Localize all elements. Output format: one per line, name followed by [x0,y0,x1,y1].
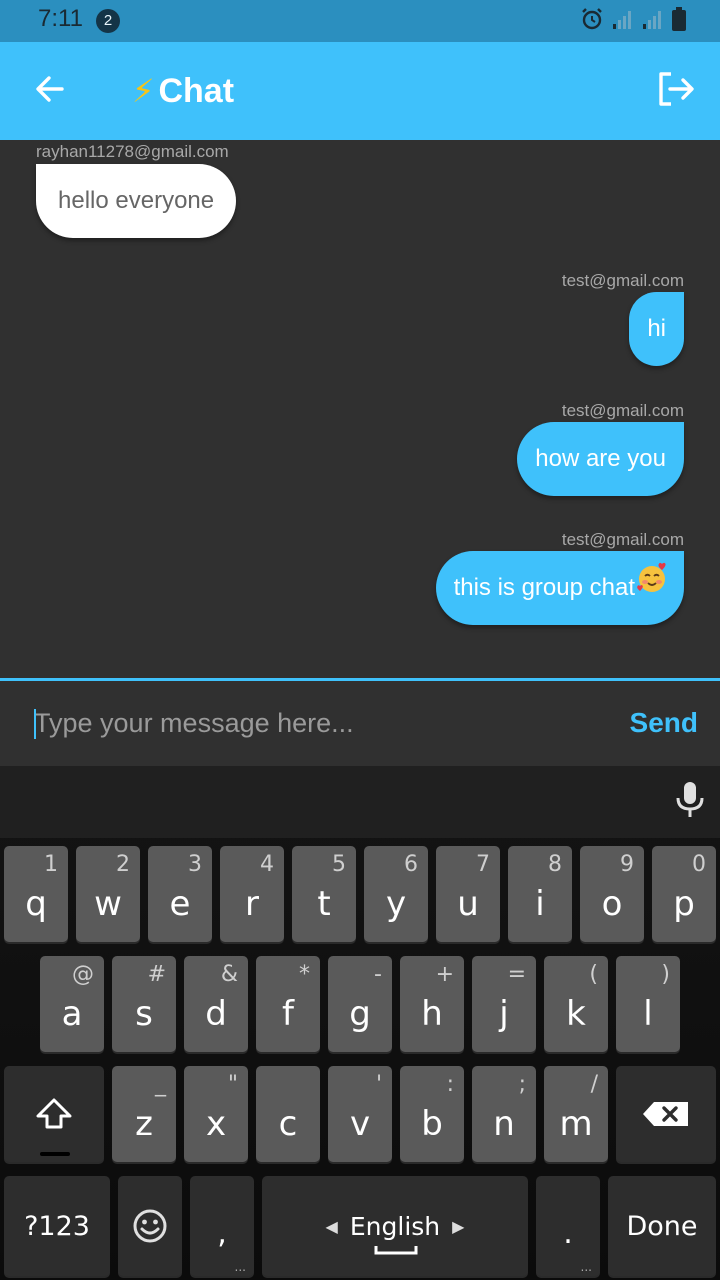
key-t[interactable]: 5t [292,846,356,942]
key-l[interactable]: ) l [616,956,680,1052]
key-z[interactable]: _ z [112,1066,176,1162]
space-key[interactable]: ◀ English ▶ [262,1176,528,1276]
key-m[interactable]: / m [544,1066,608,1162]
key-e[interactable]: 3e [148,846,212,942]
page-title-text: Chat [158,71,235,110]
message-sender: test@gmail.com [561,401,684,420]
key-p[interactable]: 0p [652,846,716,942]
status-icons [580,7,686,35]
lightning-icon: ⚡ [132,72,155,110]
done-key[interactable]: Done [608,1176,716,1276]
period-key[interactable]: . ... [536,1176,600,1276]
more-indicator: ... [234,1260,246,1274]
key-j[interactable]: = j [472,956,536,1052]
backspace-key[interactable] [616,1066,716,1162]
key-w[interactable]: 2w [76,846,140,942]
logout-icon [657,71,695,111]
battery-icon [672,7,686,35]
keyboard-suggestion-bar [0,766,720,838]
app-bar: ⚡ Chat [0,42,720,140]
more-indicator: ... [580,1260,592,1274]
message-sender: rayhan11278@gmail.com [36,142,229,161]
key-d[interactable]: & d [184,956,248,1052]
status-time: 7:11 [38,5,83,32]
smiling-face-with-hearts-icon [636,550,668,624]
message-composer: Send [0,678,720,766]
signal-icon [612,8,634,34]
key-f[interactable]: * f [256,956,320,1052]
space-bar-icon [374,1240,418,1259]
key-r[interactable]: 4r [220,846,284,942]
send-button[interactable]: Send [630,701,698,745]
key-v[interactable]: ' v [328,1066,392,1162]
key-a[interactable]: @ a [40,956,104,1052]
text-cursor [34,709,36,739]
key-k[interactable]: (k [544,956,608,1052]
key-h[interactable]: + h [400,956,464,1052]
message-bubble: hi [629,292,684,366]
page-title: ⚡ Chat [132,68,234,114]
message-bubble: how are you [517,422,684,496]
back-button[interactable] [28,68,72,114]
symbols-key[interactable]: ?123 [4,1176,110,1276]
message-item: test@gmail.com how are you [517,401,684,496]
message-sender: test@gmail.com [561,271,684,290]
message-text: this is group chat [453,574,635,601]
status-bar: 7:11 2 [0,0,720,42]
shift-indicator [40,1152,70,1156]
smiley-icon [118,1176,182,1276]
message-item: test@gmail.com hi [562,271,684,366]
emoji-key[interactable] [118,1176,182,1276]
key-c[interactable]: c [256,1066,320,1162]
voice-input-button[interactable] [668,780,712,824]
microphone-icon [675,780,705,824]
arrow-left-icon [34,73,66,109]
key-g[interactable]: -g [328,956,392,1052]
signal-icon-2 [642,8,664,34]
on-screen-keyboard: 1q 2w 3e 4r 5t 6y 7u 8i 9o 0p @ a # s & d *… [0,766,720,1280]
notification-count-badge: 2 [96,9,120,33]
key-o[interactable]: 9o [580,846,644,942]
message-bubble: this is group chat [435,550,684,625]
key-q[interactable]: 1q [4,846,68,942]
message-list[interactable]: rayhan11278@gmail.com hello everyone tes… [0,140,720,678]
key-i[interactable]: 8i [508,846,572,942]
alarm-icon [580,7,604,35]
language-label: English [349,1211,441,1241]
backspace-icon [616,1066,716,1162]
key-u[interactable]: 7u [436,846,500,942]
key-n[interactable]: ; n [472,1066,536,1162]
shift-key[interactable] [4,1066,104,1162]
chevron-left-icon: ◀ [325,1216,338,1236]
message-bubble: hello everyone [36,164,237,238]
message-input[interactable] [34,701,594,745]
chevron-right-icon: ▶ [452,1216,465,1236]
key-s[interactable]: # s [112,956,176,1052]
key-x[interactable]: " x [184,1066,248,1162]
shift-icon [4,1066,104,1162]
comma-key[interactable]: , ... [190,1176,254,1276]
message-item: test@gmail.com this is group chat [435,530,684,625]
key-y[interactable]: 6y [364,846,428,942]
message-sender: test@gmail.com [561,530,684,549]
logout-button[interactable] [654,68,698,114]
key-b[interactable]: :b [400,1066,464,1162]
message-item: rayhan11278@gmail.com hello everyone [36,142,237,238]
